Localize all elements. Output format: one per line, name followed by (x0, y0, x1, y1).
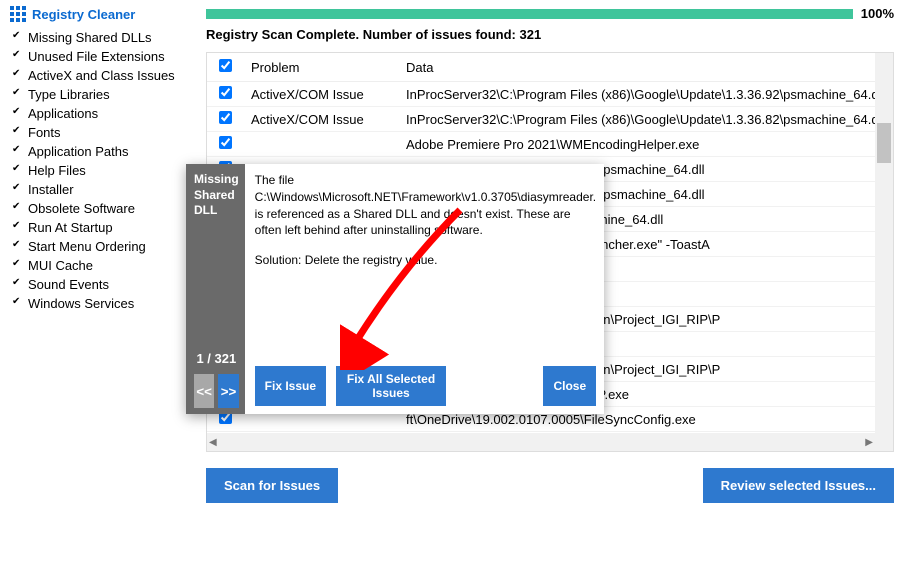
sidebar-item[interactable]: Installer (10, 180, 192, 199)
scroll-right-icon[interactable]: ▶ (865, 437, 873, 448)
prev-button[interactable]: << (194, 374, 214, 408)
sidebar-item[interactable]: Unused File Extensions (10, 47, 192, 66)
popup-msg-1: The file (255, 173, 294, 187)
table-row[interactable]: Adobe Premiere Pro 2021\WMEncodingHelper… (207, 132, 875, 157)
sidebar-item[interactable]: Sound Events (10, 275, 192, 294)
popup-msg-2: C:\Windows\Microsoft.NET\Framework\v1.0.… (255, 190, 596, 204)
scroll-left-icon[interactable]: ◀ (209, 437, 217, 448)
progress-bar (206, 9, 853, 19)
scrollbar-corner (875, 433, 893, 451)
popup-title: Missing Shared DLL (194, 172, 239, 219)
sidebar-item[interactable]: Help Files (10, 161, 192, 180)
cell-data: Adobe Premiere Pro 2021\WMEncodingHelper… (398, 132, 875, 157)
col-check[interactable] (207, 53, 243, 82)
sidebar-item[interactable]: Type Libraries (10, 85, 192, 104)
popup-msg-3: is referenced as a Shared DLL and doesn'… (255, 207, 571, 238)
scan-summary: Registry Scan Complete. Number of issues… (206, 27, 894, 42)
sidebar-item[interactable]: Run At Startup (10, 218, 192, 237)
row-checkbox[interactable] (219, 111, 232, 124)
col-problem[interactable]: Problem (243, 53, 398, 82)
popup-solution: Solution: Delete the registry value. (255, 253, 596, 267)
popup-body: The file C:\Windows\Microsoft.NET\Framew… (245, 164, 606, 414)
sidebar-item[interactable]: MUI Cache (10, 256, 192, 275)
popup-message: The file C:\Windows\Microsoft.NET\Framew… (255, 172, 596, 239)
sidebar-item[interactable]: Windows Services (10, 294, 192, 313)
table-row[interactable]: ActiveX/COM IssueInProcServer32\C:\Progr… (207, 82, 875, 107)
vertical-scrollbar[interactable] (875, 53, 893, 433)
sidebar-item[interactable]: Start Menu Ordering (10, 237, 192, 256)
sidebar-item[interactable]: Applications (10, 104, 192, 123)
cell-data: InProcServer32\C:\Program Files (x86)\Go… (398, 82, 875, 107)
sidebar-header[interactable]: Registry Cleaner (10, 6, 192, 22)
sidebar-item[interactable]: Fonts (10, 123, 192, 142)
sidebar-item[interactable]: Obsolete Software (10, 199, 192, 218)
issue-detail-popup: Missing Shared DLL 1 / 321 << >> The fil… (186, 164, 604, 414)
sidebar-title: Registry Cleaner (32, 7, 135, 22)
review-button[interactable]: Review selected Issues... (703, 468, 894, 503)
sidebar-item[interactable]: Application Paths (10, 142, 192, 161)
sidebar-category-list: Missing Shared DLLsUnused File Extension… (10, 28, 192, 313)
popup-nav: << >> (194, 374, 239, 408)
sidebar: Registry Cleaner Missing Shared DLLsUnus… (0, 0, 200, 567)
popup-actions: Fix Issue Fix All Selected Issues Close (255, 366, 596, 406)
grid-icon (10, 6, 26, 22)
row-checkbox[interactable] (219, 136, 232, 149)
progress-row: 100% (206, 6, 894, 21)
fix-issue-button[interactable]: Fix Issue (255, 366, 326, 406)
cell-problem: ActiveX/COM Issue (243, 82, 398, 107)
fix-all-button[interactable]: Fix All Selected Issues (336, 366, 446, 406)
sidebar-item[interactable]: Missing Shared DLLs (10, 28, 192, 47)
footer-actions: Scan for Issues Review selected Issues..… (206, 468, 894, 503)
sidebar-item[interactable]: ActiveX and Class Issues (10, 66, 192, 85)
cell-data: InProcServer32\C:\Program Files (x86)\Go… (398, 107, 875, 132)
horizontal-scrollbar[interactable]: ◀ ▶ (207, 433, 875, 451)
cell-problem (243, 132, 398, 157)
scan-button[interactable]: Scan for Issues (206, 468, 338, 503)
next-button[interactable]: >> (218, 374, 238, 408)
row-checkbox[interactable] (219, 86, 232, 99)
cell-problem: ActiveX/COM Issue (243, 107, 398, 132)
popup-left-panel: Missing Shared DLL 1 / 321 << >> (186, 164, 245, 414)
scrollbar-thumb[interactable] (877, 123, 891, 163)
close-button[interactable]: Close (543, 366, 596, 406)
table-row[interactable]: ActiveX/COM IssueInProcServer32\C:\Progr… (207, 107, 875, 132)
select-all-checkbox[interactable] (219, 59, 232, 72)
progress-percent: 100% (861, 6, 894, 21)
col-data[interactable]: Data (398, 53, 875, 82)
popup-counter: 1 / 321 (194, 351, 239, 366)
